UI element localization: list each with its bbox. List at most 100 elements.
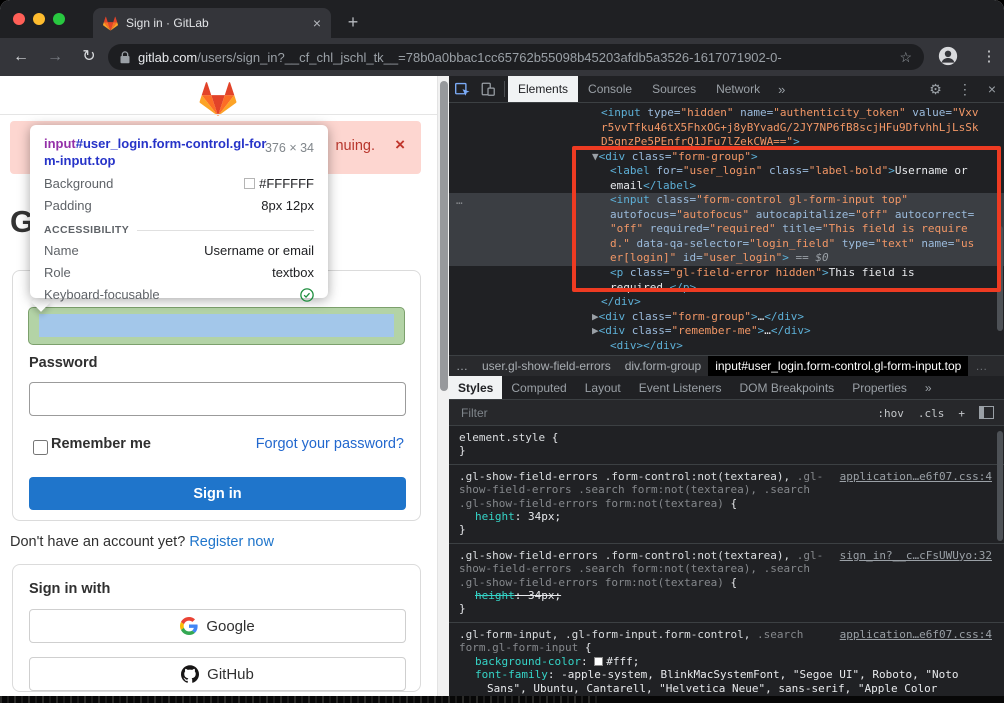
styles-toggles: :hov .cls + [877,404,979,422]
tab-close-icon[interactable]: × [313,16,321,30]
tab-title: Sign in · GitLab [126,16,313,30]
toolbar-separator [504,81,505,97]
breadcrumb-selected[interactable]: input#user_login.form-control.gl-form-in… [708,356,968,376]
devtools-tab-network[interactable]: Network [706,76,770,102]
register-now-link[interactable]: Register now [189,534,274,550]
css-source-link[interactable]: application…e6f07.css:4 [840,470,992,483]
header-divider [0,114,437,115]
browser-tab[interactable]: Sign in · GitLab × [93,8,331,38]
inspect-highlight-content [39,314,394,337]
devtools-close-icon[interactable]: × [980,81,1004,97]
url-text: gitlab.com/users/sign_in?__cf_chl_jschl_… [138,50,893,65]
tab-strip: Sign in · GitLab × + [0,0,1004,38]
devtools-tab-sources[interactable]: Sources [642,76,706,102]
oauth-card: Sign in with Google GitHub [12,564,421,692]
css-rule[interactable]: element.style {} [449,426,1004,465]
google-signin-button[interactable]: Google [29,609,406,643]
devtools-tab-elements[interactable]: Elements [508,76,578,102]
devtools-settings-icon[interactable]: ⚙ [921,81,950,98]
github-signin-button[interactable]: GitHub [29,657,406,691]
tooltip-padding-value: 8px 12px [261,198,314,213]
tooltip-padding-row: Padding 8px 12px [44,198,314,213]
elements-tree[interactable]: … <input type="hidden" name="authenticit… [449,103,1004,355]
more-tabs-icon[interactable]: » [770,76,793,102]
styles-tab-dom-breakpoints[interactable]: DOM Breakpoints [730,376,843,399]
styles-tab-styles[interactable]: Styles [449,376,502,399]
inspect-tooltip: input#user_login.form-control.gl-form-in… [30,125,328,298]
tooltip-dimensions: 376 × 34 [265,141,314,155]
password-label: Password [29,355,98,371]
reload-icon[interactable]: ↻ [78,46,100,68]
css-rule[interactable]: application…e6f07.css:4.gl-show-field-er… [449,465,1004,544]
sidebar-toggle-icon[interactable] [979,406,994,419]
tooltip-padding-label: Padding [44,198,92,213]
page-scrollbar-thumb[interactable] [440,81,448,391]
breadcrumb-overflow[interactable]: … [449,356,475,376]
window-zoom-icon[interactable] [53,13,65,25]
styles-tab-layout[interactable]: Layout [576,376,630,399]
back-icon[interactable]: ← [10,46,32,68]
elements-breadcrumbs: …user.gl-show-field-errorsdiv.form-group… [449,355,1004,376]
remember-me-checkbox[interactable] [33,440,48,455]
remember-me-label: Remember me [51,436,151,452]
tooltip-background-label: Background [44,176,113,191]
password-input[interactable] [29,382,406,416]
profile-avatar-icon[interactable] [937,45,959,72]
inspect-element-icon[interactable] [449,76,475,102]
devtools-tab-console[interactable]: Console [578,76,642,102]
devtools-panel: ElementsConsoleSourcesNetwork » ⚙ ⋮ × … … [449,76,1004,703]
inspect-highlight-username-input[interactable] [28,307,405,345]
forward-icon[interactable]: → [44,46,66,68]
styles-tab-properties[interactable]: Properties [843,376,916,399]
forgot-password-link[interactable]: Forgot your password? [256,436,404,452]
styles-tab-computed[interactable]: Computed [502,376,575,399]
signin-with-label: Sign in with [29,581,110,597]
styles-rules[interactable]: element.style {}application…e6f07.css:4.… [449,426,1004,703]
alert-text: nuing. [335,138,375,154]
window-close-icon[interactable] [13,13,25,25]
browser-menu-icon[interactable]: ⋮ [978,46,1000,68]
bookmark-star-icon[interactable]: ☆ [899,49,912,66]
tooltip-name-value: Username or email [204,243,314,258]
styles-tab-event-listeners[interactable]: Event Listeners [630,376,731,399]
gitlab-logo-icon [199,81,237,121]
devtools-menu-icon[interactable]: ⋮ [950,81,980,98]
new-tab-button[interactable]: + [341,10,365,34]
css-rule[interactable]: application…e6f07.css:4.gl-form-input, .… [449,623,1004,702]
styles-scrollbar-thumb[interactable] [997,431,1003,541]
tooltip-focusable-label: Keyboard-focusable [44,287,160,302]
css-source-link[interactable]: application…e6f07.css:4 [840,628,992,641]
devtools-tabs: ElementsConsoleSourcesNetwork [508,76,770,102]
css-rule[interactable]: sign_in?__c…cFsUWUyo:32.gl-show-field-er… [449,544,1004,623]
register-text: Don't have an account yet? [10,534,189,550]
browser-window: Sign in · GitLab × + ← → ↻ gitlab.com/us… [0,0,1004,703]
page-scrollbar[interactable] [437,76,449,697]
device-toolbar-icon[interactable] [475,76,501,102]
tooltip-role-value: textbox [272,265,314,280]
tooltip-background-row: Background#FFFFFF [44,176,314,191]
styles-filter-input[interactable] [459,405,877,421]
tooltip-selector-tag: input [44,136,76,151]
sign-in-button[interactable]: Sign in [29,477,406,510]
window-minimize-icon[interactable] [33,13,45,25]
toggle-hov[interactable]: :hov [877,407,904,420]
tooltip-role-label: Role [44,265,71,280]
register-line: Don't have an account yet? Register now [10,534,274,550]
tooltip-name-label: Name [44,243,79,258]
alert-close-icon[interactable]: × [395,135,405,155]
url-bar[interactable]: gitlab.com/users/sign_in?__cf_chl_jschl_… [108,44,924,70]
toggle-[interactable]: + [958,407,965,420]
url-path: /users/sign_in?__cf_chl_jschl_tk__=78b0a… [197,50,781,65]
breadcrumb-item[interactable]: user.gl-show-field-errors [475,356,618,376]
tooltip-selector-rest2: m-input.top [44,153,115,168]
tooltip-selector: input#user_login.form-control.gl-form-in… [44,135,269,169]
devtools-toolbar: ElementsConsoleSourcesNetwork » ⚙ ⋮ × [449,76,1004,103]
toggle-cls[interactable]: .cls [918,407,945,420]
css-source-link[interactable]: sign_in?__c…cFsUWUyo:32 [840,549,992,562]
elements-scrollbar-thumb[interactable] [997,226,1003,331]
breadcrumb-trail[interactable]: … [968,356,994,376]
breadcrumb-item[interactable]: div.form-group [618,356,708,376]
tooltip-name-row: Name Username or email [44,243,314,258]
google-label: Google [206,618,254,635]
styles-more-tabs-icon[interactable]: » [916,376,941,399]
